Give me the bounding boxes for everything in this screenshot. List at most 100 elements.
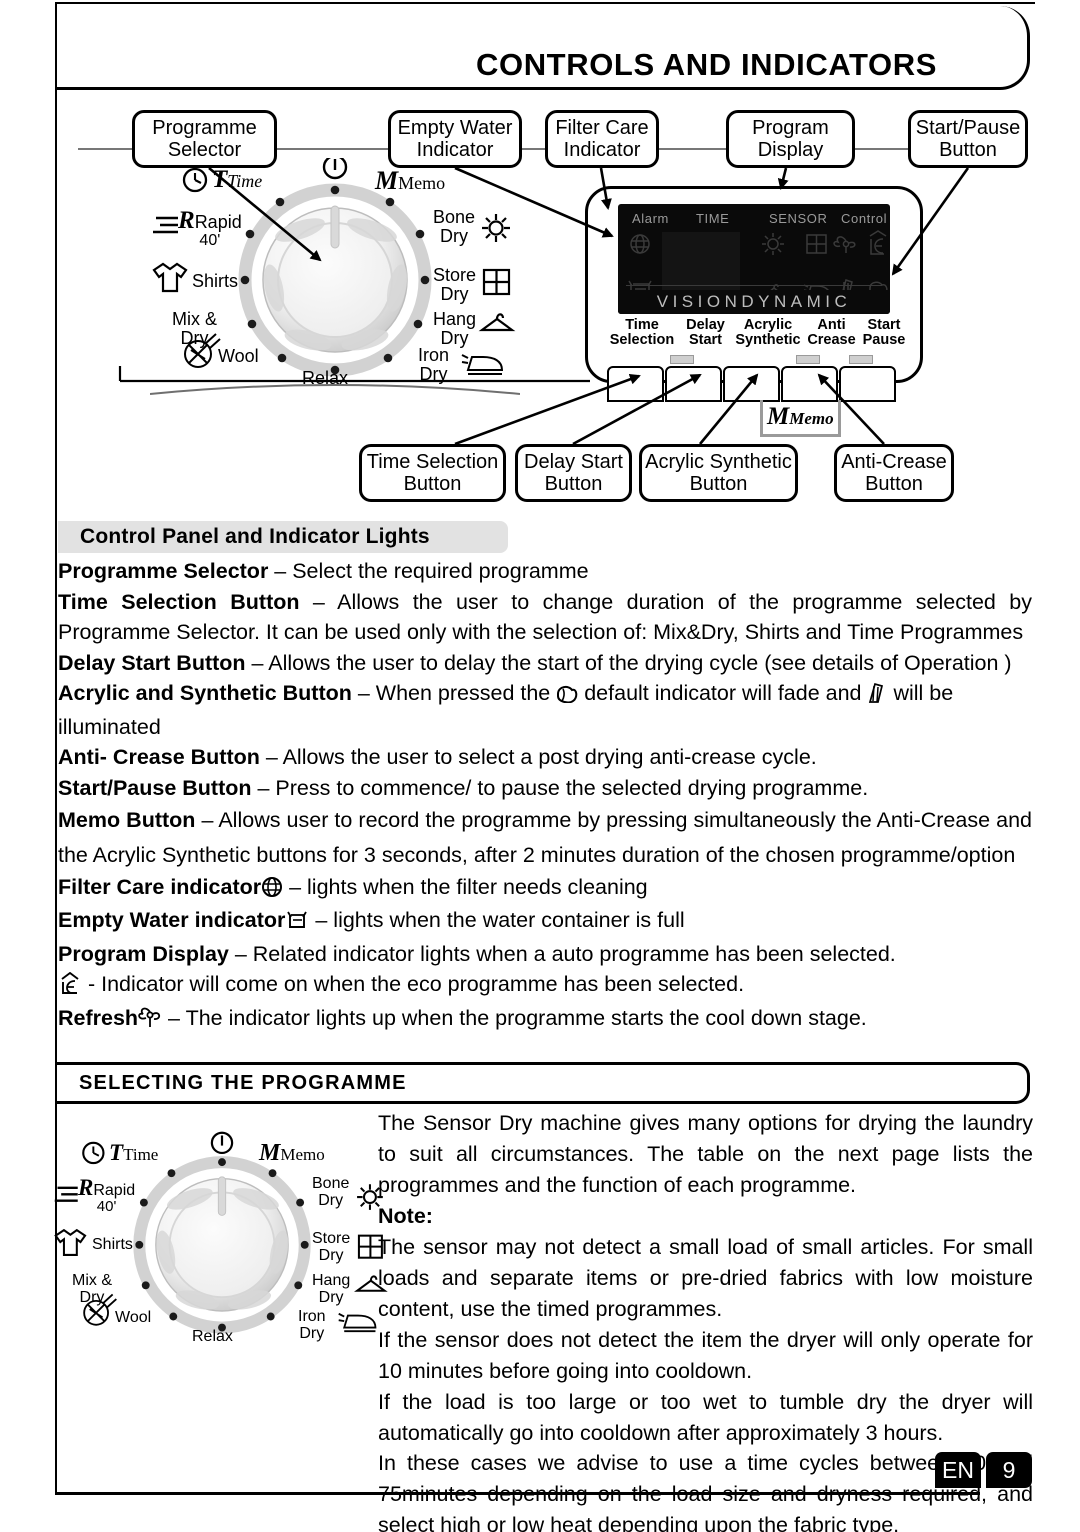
wool-icon [556,681,578,712]
callout-line-2: Button [544,473,603,495]
paragraph: The Sensor Dry machine gives many option… [378,1111,1033,1197]
desc-text-a: – When pressed the [351,681,557,706]
desc-text: – Related indicator lights when a auto p… [228,941,896,966]
desc-text: – lights when the water container is ful… [309,908,685,933]
desc-label: Empty Water indicator [58,908,286,933]
desc-memo: Memo Button – Allows user to record the … [58,803,1032,872]
desc-time-selection: Time Selection Button – Allows the user … [58,587,1032,648]
callout-line-1: Time Selection [366,450,499,473]
eco-house-icon [58,972,82,1003]
desc-filter-care: Filter Care indicator – lights when the … [58,872,1032,906]
memo-bracket-text: Memo [789,409,834,428]
section-heading-text: Control Panel and Indicator Lights [80,525,430,548]
refresh-fan-icon [138,1006,162,1037]
page-title: CONTROLS AND INDICATORS [476,47,937,82]
callout-line-1: Start/Pause [915,116,1021,139]
desc-text: – Allows the user to delay the start of … [245,650,1012,675]
desc-text: – Allows user to record the programme by… [58,808,1032,867]
dial-label-mix-dry: Mix & Dry [72,1272,112,1306]
dial-label-relax: Relax [192,1328,233,1345]
callout-line-1: Delay Start [524,450,623,473]
desc-refresh: Refresh – The indicator lights up when t… [58,1003,1032,1037]
clock-icon [82,1141,105,1165]
section-heading-selecting-programme: SELECTING THE PROGRAMME [55,1062,1030,1104]
power-symbol-icon [210,1131,234,1155]
desc-text: - Indicator will come on when the eco pr… [82,972,745,997]
control-panel-description: Programme Selector – Select the required… [58,556,1032,1036]
desc-delay-start: Delay Start Button – Allows the user to … [58,648,1032,679]
callout-line-1: Empty Water [397,116,513,139]
footer-language: EN [935,1452,981,1488]
iron-icon [338,1312,377,1333]
callout-line-1: Acrylic Synthetic [645,450,792,473]
callout-line-2: Button [689,473,748,495]
desc-label: Refresh [58,1005,139,1030]
speed-lines-icon [54,1186,78,1202]
acrylic-icon [867,681,887,712]
dial-label-hang-dry: Hang Dry [312,1272,351,1306]
callout-line-2: Display [757,139,824,161]
desc-programme-selector: Programme Selector – Select the required… [58,556,1032,587]
dial-label-time: TTime [109,1140,159,1165]
desc-eco: - Indicator will come on when the eco pr… [58,969,1032,1003]
callout-start-pause-button: Start/Pause Button [908,110,1028,168]
desc-start-pause: Start/Pause Button – Press to commence/ … [58,773,1032,804]
callout-anti-crease-button: Anti-Crease Button [834,444,954,502]
dial-label-iron-dry: Iron Dry [298,1308,326,1342]
paragraph: The sensor may not detect a small load o… [378,1234,1033,1321]
callout-delay-start-button: Delay Start Button [515,444,632,502]
desc-text: – lights when the filter needs cleaning [283,874,648,899]
desc-empty-water: Empty Water indicator – lights when the … [58,905,1032,939]
desc-label: Anti- Crease Button [58,745,260,770]
callout-line-2: Indicator [416,139,494,161]
desc-text: – Press to commence/ to pause the select… [251,775,869,800]
callout-acrylic-synthetic-button: Acrylic Synthetic Button [639,444,798,502]
callout-empty-water-indicator: Empty Water Indicator [388,110,522,168]
callout-time-selection-button: Time Selection Button [359,444,506,502]
empty-water-icon [285,908,309,939]
desc-text: – The indicator lights up when the progr… [162,1005,867,1030]
footer-page-number: 9 [986,1452,1032,1488]
manual-page: CONTROLS AND INDICATORS Programme Select… [0,0,1080,1532]
callout-line-1: Anti-Crease [841,450,947,473]
section-heading-control-panel: Control Panel and Indicator Lights [58,521,508,553]
callout-filter-care-indicator: Filter Care Indicator [545,110,659,168]
callout-line-2: Button [865,473,923,495]
desc-label: Acrylic and Synthetic Button [58,681,352,706]
note-label: Note: [378,1203,433,1228]
dial-label-wool: Wool [115,1309,152,1326]
dial-label-memo: MMemo [259,1140,325,1166]
shirt-icon [54,1228,87,1256]
desc-label: Programme Selector [58,559,269,583]
callout-line-1: Program [752,116,829,139]
paragraph: If the load is too large or too wet to t… [378,1389,1033,1445]
desc-label: Program Display [58,941,229,966]
desc-acrylic-synthetic: Acrylic and Synthetic Button – When pres… [58,678,1032,742]
desc-program-display: Program Display – Related indicator ligh… [58,939,1032,970]
footer-rule [55,1492,980,1495]
callout-program-display: Program Display [726,110,855,168]
callout-line-2: Indicator [563,139,641,161]
desc-label: Filter Care indicator [58,874,262,899]
desc-anti-crease: Anti- Crease Button – Allows the user to… [58,742,1032,773]
dial-label-rapid: RRapid 40' [78,1175,136,1215]
desc-label: Time Selection Button [58,589,300,614]
desc-text: – Allows the user to select a post dryin… [259,745,817,770]
page-title-banner: CONTROLS AND INDICATORS [55,6,1030,90]
callout-line-2: Button [939,139,997,161]
desc-text: – Select the required programme [268,559,589,583]
filter-care-icon [261,875,283,906]
desc-label: Start/Pause Button [58,775,252,800]
callout-programme-selector: Programme Selector [132,110,277,168]
dial-label-shirts: Shirts [92,1236,133,1253]
memo-bracket-label: MMemo [767,403,834,431]
desc-text-b: default indicator will fade and [578,681,868,706]
desc-label: Delay Start Button [58,650,246,675]
callout-line-1: Filter Care [555,116,649,139]
callout-line-2: Selector [167,139,242,161]
section-heading-text: SELECTING THE PROGRAMME [79,1072,407,1094]
paragraph: If the sensor does not detect the item t… [378,1327,1033,1383]
callout-line-1: Programme [152,116,257,139]
control-panel-diagram: Programme Selector Empty Water Indicator… [0,96,1080,516]
programme-selector-dial-bottom[interactable]: TTime MMemo RRapid 40' Shirts Mix & Dry W… [52,1128,392,1358]
